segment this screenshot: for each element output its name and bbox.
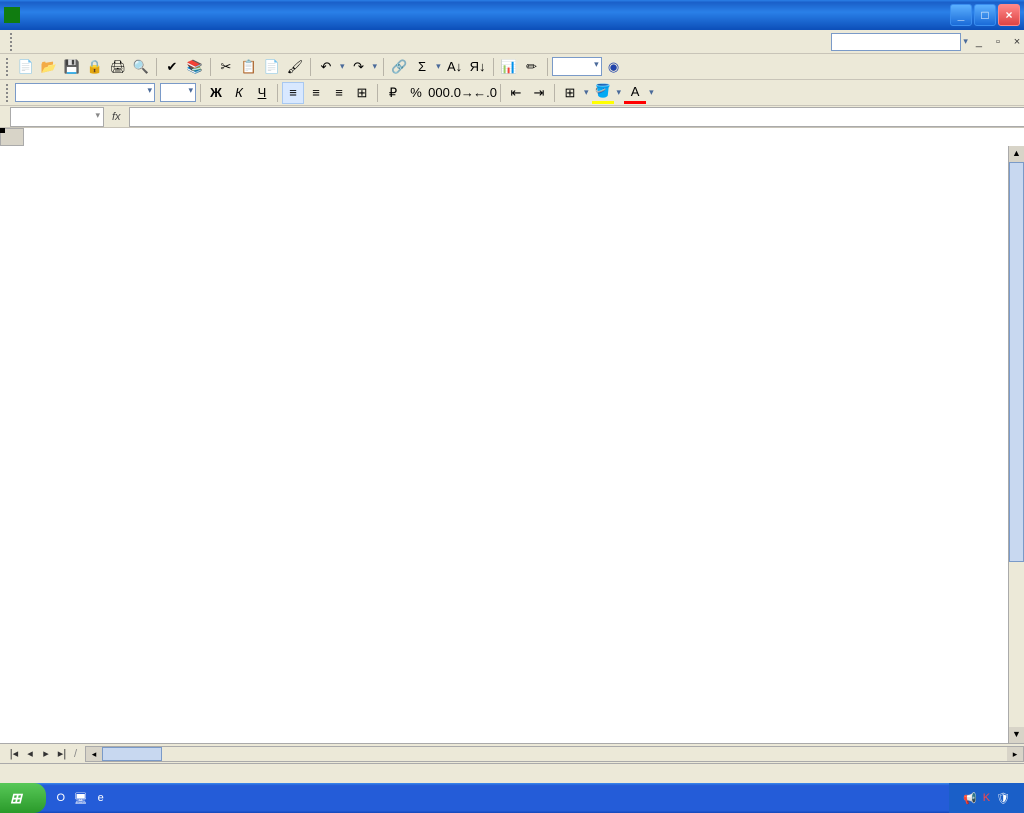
- decrease-indent-icon[interactable]: ⇤: [505, 82, 527, 104]
- fill-handle[interactable]: [0, 128, 5, 133]
- formula-bar: fx: [0, 106, 1024, 128]
- excel-icon: [4, 7, 20, 23]
- undo-dropdown[interactable]: ▾: [338, 61, 347, 72]
- doc-restore-button[interactable]: ▫: [991, 36, 1005, 48]
- minimize-button[interactable]: _: [950, 4, 972, 26]
- fill-color-icon[interactable]: 🪣: [592, 82, 614, 104]
- desktop-icon[interactable]: 🖥: [72, 789, 90, 807]
- close-button[interactable]: ×: [998, 4, 1020, 26]
- worksheet-grid[interactable]: ▲ ▼: [0, 128, 1024, 743]
- italic-icon[interactable]: К: [228, 82, 250, 104]
- scroll-thumb[interactable]: [1009, 162, 1024, 562]
- drawing-icon[interactable]: ✏: [521, 56, 543, 78]
- tab-nav[interactable]: |◂◂▸▸|: [6, 747, 70, 760]
- sheet-tab-bar: |◂◂▸▸| / ◂ ▸: [0, 743, 1024, 763]
- ie-icon[interactable]: e: [92, 789, 110, 807]
- menu-bar: ▾ _ ▫ ×: [0, 30, 1024, 54]
- toolbar-grip[interactable]: [6, 84, 10, 102]
- scroll-right-icon[interactable]: ▸: [1007, 747, 1023, 761]
- merge-icon[interactable]: ⊞: [351, 82, 373, 104]
- permission-icon[interactable]: 🔒: [84, 56, 106, 78]
- cut-icon[interactable]: ✂: [215, 56, 237, 78]
- align-left-icon[interactable]: ≡: [282, 82, 304, 104]
- fontsize-combo[interactable]: [160, 83, 196, 102]
- font-combo[interactable]: [15, 83, 155, 102]
- zoom-combo[interactable]: [552, 57, 602, 76]
- borders-dropdown[interactable]: ▾: [582, 87, 591, 98]
- vertical-scrollbar[interactable]: ▲ ▼: [1008, 146, 1024, 743]
- maximize-button[interactable]: □: [974, 4, 996, 26]
- toolbar-grip[interactable]: [6, 58, 10, 76]
- align-right-icon[interactable]: ≡: [328, 82, 350, 104]
- new-icon[interactable]: 📄: [15, 56, 37, 78]
- align-center-icon[interactable]: ≡: [305, 82, 327, 104]
- cell-selection: [0, 128, 4, 132]
- borders-icon[interactable]: ⊞: [559, 82, 581, 104]
- sort-asc-icon[interactable]: A↓: [444, 56, 466, 78]
- percent-icon[interactable]: %: [405, 82, 427, 104]
- tray-icon[interactable]: 📢: [963, 792, 977, 805]
- help-search-input[interactable]: [831, 33, 961, 51]
- scroll-up-icon[interactable]: ▲: [1009, 146, 1024, 162]
- scroll-left-icon[interactable]: ◂: [86, 747, 102, 761]
- hscroll-thumb[interactable]: [102, 747, 162, 761]
- bold-icon[interactable]: Ж: [205, 82, 227, 104]
- fontcolor-dropdown[interactable]: ▾: [647, 87, 656, 98]
- undo-icon[interactable]: ↶: [315, 56, 337, 78]
- research-icon[interactable]: 📚: [184, 56, 206, 78]
- scroll-down-icon[interactable]: ▼: [1009, 727, 1024, 743]
- doc-minimize-button[interactable]: _: [972, 36, 986, 48]
- autosum-icon[interactable]: Σ: [411, 56, 433, 78]
- name-box[interactable]: [10, 107, 104, 127]
- copy-icon[interactable]: 📋: [238, 56, 260, 78]
- start-button[interactable]: ⊞: [0, 783, 46, 813]
- horizontal-scrollbar[interactable]: ◂ ▸: [85, 746, 1024, 762]
- paste-icon[interactable]: 📄: [261, 56, 283, 78]
- spelling-icon[interactable]: ✔: [161, 56, 183, 78]
- quick-launch[interactable]: O🖥e: [52, 789, 110, 807]
- format-painter-icon[interactable]: 🖌: [284, 56, 306, 78]
- doc-close-button[interactable]: ×: [1010, 36, 1024, 48]
- decrease-decimal-icon[interactable]: ←.0: [474, 82, 496, 104]
- tray-icon[interactable]: 🛡: [996, 792, 1010, 805]
- hyperlink-icon[interactable]: 🔗: [388, 56, 410, 78]
- toolbar-grip[interactable]: [10, 33, 16, 51]
- increase-indent-icon[interactable]: ⇥: [528, 82, 550, 104]
- open-icon[interactable]: 📂: [38, 56, 60, 78]
- standard-toolbar: 📄 📂 💾 🔒 🖨 🔍 ✔ 📚 ✂ 📋 📄 🖌 ↶▾ ↷▾ 🔗 Σ▾ A↓ Я↓…: [0, 54, 1024, 80]
- sort-desc-icon[interactable]: Я↓: [467, 56, 489, 78]
- print-icon[interactable]: 🖨: [107, 56, 129, 78]
- save-icon[interactable]: 💾: [61, 56, 83, 78]
- taskbar: ⊞ O🖥e 📢 K 🛡: [0, 783, 1024, 813]
- comma-icon[interactable]: 000: [428, 82, 450, 104]
- help-dropdown-icon[interactable]: ▾: [961, 36, 970, 47]
- currency-icon[interactable]: ₽: [382, 82, 404, 104]
- underline-icon[interactable]: Ч: [251, 82, 273, 104]
- formula-input[interactable]: [129, 107, 1024, 127]
- fx-icon[interactable]: fx: [112, 111, 121, 123]
- title-bar: _ □ ×: [0, 0, 1024, 30]
- opera-icon[interactable]: O: [52, 789, 70, 807]
- preview-icon[interactable]: 🔍: [130, 56, 152, 78]
- status-bar: [0, 763, 1024, 783]
- chart-icon[interactable]: 📊: [498, 56, 520, 78]
- fill-dropdown[interactable]: ▾: [615, 87, 624, 98]
- autosum-dropdown[interactable]: ▾: [434, 61, 443, 72]
- system-tray[interactable]: 📢 K 🛡: [949, 783, 1024, 813]
- format-toolbar: Ж К Ч ≡ ≡ ≡ ⊞ ₽ % 000 .0→ ←.0 ⇤ ⇥ ⊞▾ 🪣▾ …: [0, 80, 1024, 106]
- redo-dropdown[interactable]: ▾: [371, 61, 380, 72]
- help-icon[interactable]: ◉: [603, 56, 625, 78]
- redo-icon[interactable]: ↷: [348, 56, 370, 78]
- increase-decimal-icon[interactable]: .0→: [451, 82, 473, 104]
- tray-icon[interactable]: K: [983, 792, 990, 804]
- font-color-icon[interactable]: A: [624, 82, 646, 104]
